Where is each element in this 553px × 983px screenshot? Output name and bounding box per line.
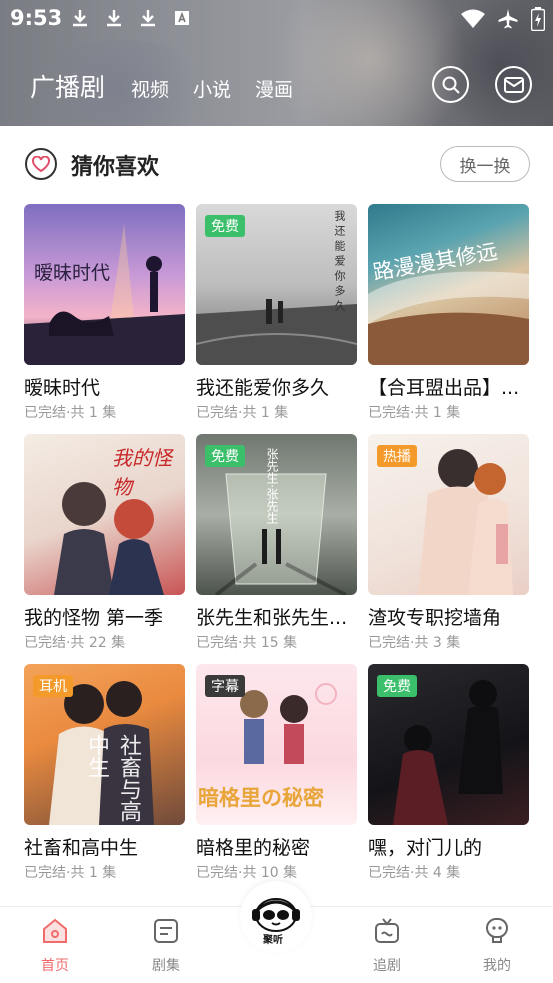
- download-icon: [107, 10, 121, 27]
- header-banner: 9:53 广播剧 视频 小说 漫画: [0, 0, 553, 126]
- drama-card[interactable]: 社畜与高中生 耳机 社畜和高中生 已完结·共 1 集: [24, 664, 185, 882]
- heart-icon: [25, 148, 57, 180]
- drama-meta: 已完结·共 3 集: [368, 635, 461, 651]
- list-icon: [154, 919, 178, 943]
- mascot-label: 聚听: [263, 935, 283, 946]
- tabbar-series[interactable]: 剧集: [126, 917, 206, 975]
- drama-card[interactable]: 我还能爱你多久 免费 我还能爱你多久 已完结·共 1 集: [196, 204, 357, 422]
- drama-card[interactable]: 暗格里の秘密 字幕 暗格里的秘密 已完结·共 10 集: [196, 664, 357, 882]
- drama-title: 社畜和高中生: [24, 837, 139, 859]
- drama-card[interactable]: 暧昧时代 暧昧时代 已完结·共 1 集: [24, 204, 185, 422]
- tabbar-label: 剧集: [152, 958, 180, 974]
- message-button[interactable]: [495, 66, 532, 103]
- badge-free: 免费: [205, 215, 245, 237]
- drama-card[interactable]: 免费 嘿，对门儿的 已完结·共 4 集: [368, 664, 529, 882]
- status-time: 9:53: [10, 6, 63, 30]
- cover-title-text: 暗格里の秘密: [198, 785, 324, 810]
- wifi-icon: [461, 9, 485, 28]
- cover-art: [368, 271, 529, 365]
- search-icon: [442, 76, 460, 94]
- bottom-tab-bar: 首页 剧集 聚听 追剧 我的: [0, 881, 553, 983]
- badge-earphone: 耳机: [33, 675, 73, 697]
- drama-meta: 已完结·共 10 集: [196, 865, 298, 881]
- drama-title: 张先生和张先生...: [196, 607, 348, 629]
- tabbar-follow[interactable]: 追剧: [347, 917, 427, 975]
- status-icons-right: [461, 7, 545, 31]
- drama-cover[interactable]: 免费: [368, 664, 529, 825]
- battery-charging-icon: [531, 7, 545, 31]
- tabbar-profile[interactable]: 我的: [457, 917, 537, 975]
- drama-card[interactable]: 张先生·张先生 免费 张先生和张先生... 已完结·共 15 集: [196, 434, 357, 652]
- drama-cover[interactable]: 暧昧时代: [24, 204, 185, 365]
- drama-title: 我的怪物 第一季: [24, 607, 164, 629]
- section-header: 猜你喜欢 换一换: [0, 144, 553, 184]
- status-icons-left: [70, 8, 192, 28]
- drama-card[interactable]: 我的怪物 我的怪物 第一季 已完结·共 22 集: [24, 434, 185, 652]
- drama-cover[interactable]: 我还能爱你多久 免费: [196, 204, 357, 365]
- drama-title: 【合耳盟出品】...: [368, 377, 520, 399]
- recommend-section: 猜你喜欢 换一换 暧昧时代 暧昧时代 已完结·共 1 集 我还能爱你多久 免费 …: [0, 126, 553, 906]
- badge-free: 免费: [205, 445, 245, 467]
- download-icon: [141, 10, 155, 27]
- cover-title-text: 我还能爱你多久: [333, 210, 346, 315]
- drama-title: 暗格里的秘密: [196, 837, 311, 859]
- drama-card[interactable]: 热播 渣攻专职挖墙角 已完结·共 3 集: [368, 434, 529, 652]
- drama-cover[interactable]: 我的怪物: [24, 434, 185, 595]
- drama-card[interactable]: 路漫漫其修远 【合耳盟出品】... 已完结·共 1 集: [368, 204, 529, 422]
- section-title: 猜你喜欢: [71, 155, 160, 180]
- tab-comic[interactable]: 漫画: [255, 75, 293, 102]
- mail-icon: [503, 76, 524, 93]
- drama-cover[interactable]: 张先生·张先生 免费: [196, 434, 357, 595]
- drama-meta: 已完结·共 1 集: [24, 405, 117, 421]
- drama-cover[interactable]: 热播: [368, 434, 529, 595]
- font-a-icon: [175, 11, 189, 25]
- badge-free: 免费: [377, 675, 417, 697]
- tabbar-label: 首页: [41, 958, 69, 974]
- cover-title-text: 社畜与高中生: [84, 734, 141, 822]
- download-icon: [73, 10, 87, 27]
- drama-title: 我还能爱你多久: [196, 377, 330, 399]
- badge-subtitle: 字幕: [205, 675, 245, 697]
- drama-meta: 已完结·共 1 集: [196, 405, 289, 421]
- refresh-button[interactable]: 换一换: [440, 146, 530, 182]
- drama-meta: 已完结·共 1 集: [368, 405, 461, 421]
- tabbar-label: 我的: [483, 958, 511, 974]
- cover-title-text: 暧昧时代: [34, 262, 111, 284]
- tabbar-home[interactable]: 首页: [15, 917, 95, 975]
- drama-cover[interactable]: 暗格里の秘密 字幕: [196, 664, 357, 825]
- drama-meta: 已完结·共 1 集: [24, 865, 117, 881]
- drama-meta: 已完结·共 22 集: [24, 635, 126, 651]
- badge-hot: 热播: [377, 445, 417, 467]
- cover-title-text: 张先生·张先生: [265, 448, 279, 524]
- home-icon: [43, 918, 67, 943]
- drama-title: 嘿，对门儿的: [368, 837, 483, 859]
- drama-meta: 已完结·共 4 集: [368, 865, 461, 881]
- drama-meta: 已完结·共 15 集: [196, 635, 298, 651]
- cover-title-text: 我的怪物: [112, 446, 172, 499]
- mascot-button[interactable]: 聚听: [240, 881, 312, 953]
- drama-title: 渣攻专职挖墙角: [368, 607, 502, 629]
- tab-novel[interactable]: 小说: [193, 75, 231, 102]
- drama-cover[interactable]: 路漫漫其修远: [368, 204, 529, 365]
- status-bar: 9:53: [0, 0, 553, 38]
- airplane-icon: [498, 9, 518, 29]
- drama-cover[interactable]: 社畜与高中生 耳机: [24, 664, 185, 825]
- profile-icon: [486, 918, 508, 943]
- tv-icon: [375, 918, 399, 943]
- tab-video[interactable]: 视频: [131, 75, 169, 102]
- search-button[interactable]: [432, 66, 469, 103]
- tab-radio-drama[interactable]: 广播剧: [30, 68, 105, 104]
- tabbar-label: 追剧: [373, 958, 401, 974]
- top-nav-tabs: 广播剧 视频 小说 漫画: [30, 68, 317, 104]
- drama-title: 暧昧时代: [24, 377, 101, 399]
